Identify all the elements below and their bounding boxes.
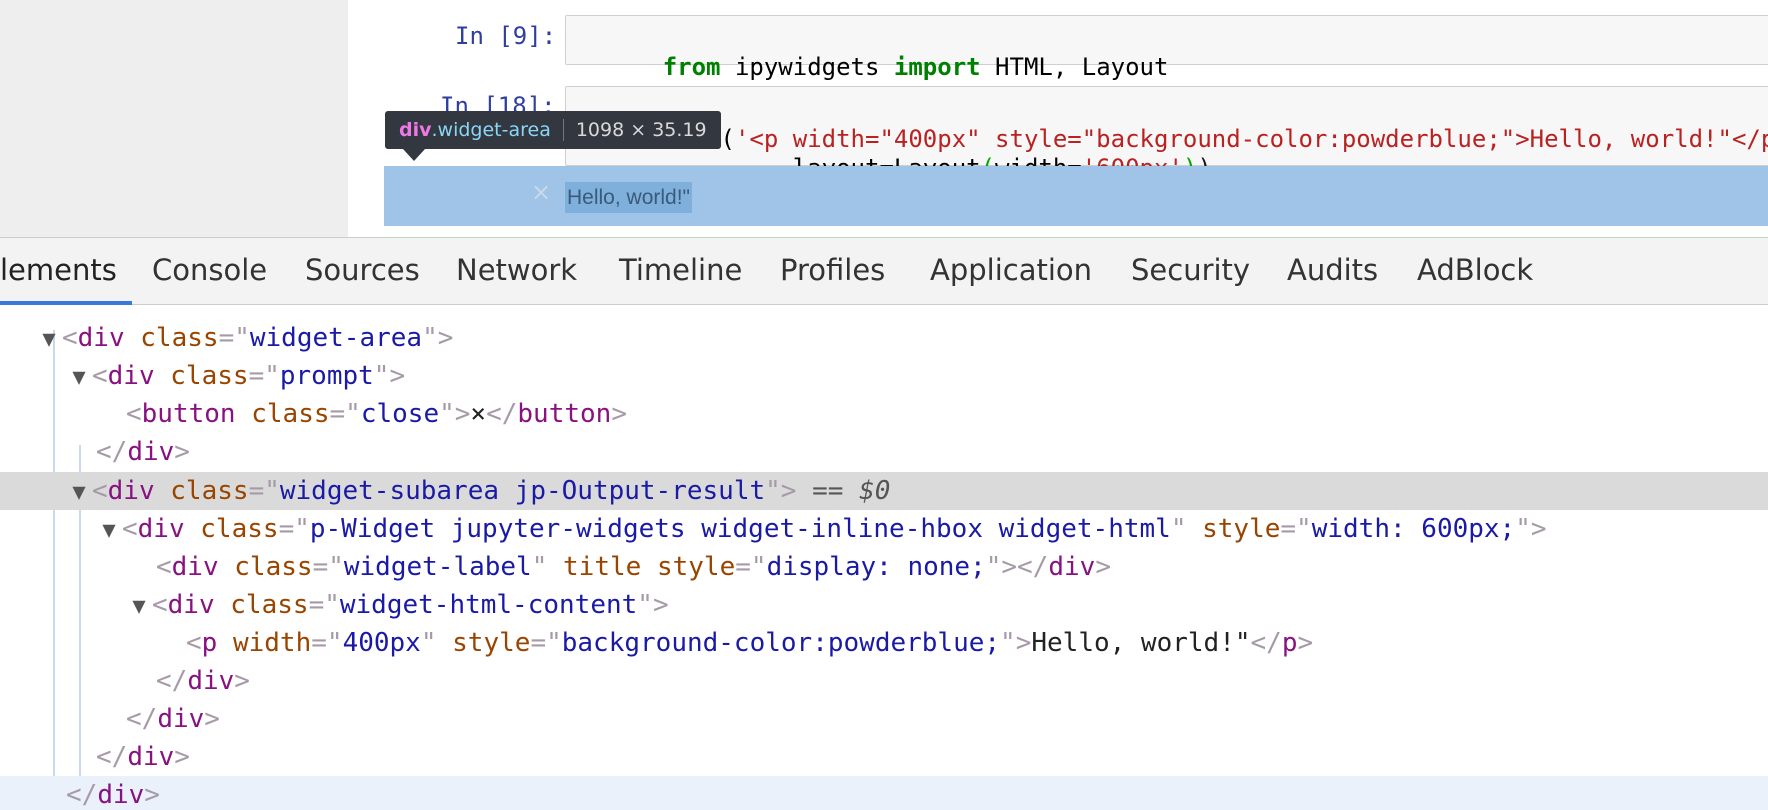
dom-node-p-widget[interactable]: ▼ <div class="p-Widget jupyter-widgets wi… (0, 510, 1768, 548)
cell-1-prompt: In [9]: (455, 22, 557, 50)
dom-node-close-html-content[interactable]: </div> (0, 662, 1768, 700)
devtools-tab-bar: lements Console Sources Network Timeline… (0, 237, 1768, 305)
tab-network[interactable]: Network (456, 238, 577, 304)
cell-1-input[interactable]: from ipywidgets import HTML, Layout (565, 15, 1768, 81)
code-keyword-import: import (893, 53, 981, 81)
dom-node-close-button[interactable]: <button class="close">×</button> (0, 395, 1768, 433)
tab-adblock[interactable]: AdBlock (1417, 238, 1533, 304)
tooltip-separator (562, 119, 564, 141)
expand-triangle-icon[interactable]: ▼ (36, 321, 62, 359)
dom-node-close-prompt[interactable]: </div> (0, 433, 1768, 471)
widget-close-icon[interactable]: × (531, 178, 551, 206)
dom-node-close-subarea[interactable]: </div> (0, 738, 1768, 776)
expand-triangle-icon[interactable]: ▼ (66, 474, 92, 512)
notebook-area: In [9]: from ipywidgets import HTML, Lay… (0, 0, 1768, 237)
tab-sources[interactable]: Sources (305, 238, 420, 304)
dom-node-html-content[interactable]: ▼ <div class="widget-html-content"> (0, 586, 1768, 624)
tab-timeline[interactable]: Timeline (619, 238, 742, 304)
truncated-row (0, 305, 1768, 314)
code-keyword-from: from (662, 53, 721, 81)
code-imports: HTML, Layout (980, 53, 1169, 81)
dom-node-paragraph[interactable]: <p width="400px" style="background-color… (0, 624, 1768, 662)
dom-node-prompt[interactable]: ▼ <div class="prompt"> (0, 357, 1768, 395)
cell-2-input[interactable]: HTML('<p width="400px" style="background… (565, 86, 1768, 182)
dom-node-close-widget-area[interactable]: </div> (0, 776, 1768, 810)
tooltip-tag: div (399, 119, 432, 141)
dom-tree: ▼ <div class="widget-area"> ▼ <div class="… (0, 305, 1768, 810)
tooltip-dimensions: 1098 × 35.19 (575, 119, 707, 141)
dom-node-widget-area[interactable]: ▼ <div class="widget-area"> (0, 319, 1768, 357)
expand-triangle-icon[interactable]: ▼ (96, 512, 122, 550)
tab-security[interactable]: Security (1131, 238, 1250, 304)
tooltip-class: .widget-area (431, 119, 551, 141)
tooltip-arrow (403, 149, 425, 161)
expand-triangle-icon[interactable]: ▼ (66, 359, 92, 397)
dom-node-widget-label[interactable]: <div class="widget-label" title style="d… (0, 548, 1768, 586)
code-module: ipywidgets (720, 53, 894, 81)
dom-node-widget-subarea[interactable]: ▼ <div class="widget-subarea jp-Output-re… (0, 472, 1768, 510)
tab-application[interactable]: Application (930, 238, 1092, 304)
dom-node-close-p-widget[interactable]: </div> (0, 700, 1768, 738)
tab-profiles[interactable]: Profiles (780, 238, 885, 304)
widget-html-output: Hello, world!" (565, 182, 692, 213)
tab-elements[interactable]: lements (0, 238, 117, 304)
expand-triangle-icon[interactable]: ▼ (126, 588, 152, 626)
tab-audits[interactable]: Audits (1287, 238, 1378, 304)
selected-node-marker: == $0 (812, 476, 891, 506)
inspect-tooltip: div .widget-area 1098 × 35.19 (385, 111, 721, 149)
tab-console[interactable]: Console (152, 238, 267, 304)
